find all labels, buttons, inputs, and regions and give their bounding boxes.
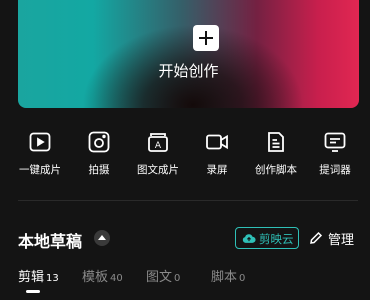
cloud-button-label: 剪映云 [259,232,294,246]
plus-icon [193,25,219,51]
tool-teleprompter[interactable]: 提词器 [305,130,365,177]
tool-shoot[interactable]: 拍摄 [69,130,129,177]
tab-edit[interactable]: 剪辑 13 [18,266,59,293]
tool-screen-record[interactable]: 录屏 [187,130,247,177]
draft-tabs: 剪辑 13 模板 40 图文 0 脚本 0 [18,266,358,296]
script-icon [268,132,284,152]
tab-name: 剪辑 [18,270,45,285]
local-drafts-title: 本地草稿 [18,232,83,251]
tab-name: 模板 [82,270,109,285]
tool-one-click-video[interactable]: 一键成片 [10,130,70,177]
tool-text-to-video[interactable]: A 图文成片 [128,130,188,177]
active-tab-indicator [26,290,40,293]
start-creation-label: 开始创作 [158,62,219,80]
collapse-toggle-icon[interactable] [94,230,110,246]
tab-count: 13 [46,273,59,284]
tab-name: 脚本 [211,270,238,285]
manage-label: 管理 [328,233,355,248]
tool-label: 提词器 [319,164,351,176]
tab-count: 0 [174,273,181,284]
tab-image-text[interactable]: 图文 0 [146,266,180,285]
tab-templates[interactable]: 模板 40 [82,266,123,285]
teleprompter-icon [324,132,346,152]
svg-text:A: A [155,141,162,151]
tool-label: 拍摄 [88,164,110,176]
tool-label: 一键成片 [19,164,61,176]
tool-creation-script[interactable]: 创作脚本 [246,130,306,177]
cloud-upload-icon [242,234,256,243]
tool-label: 录屏 [206,164,228,176]
play-square-icon [29,132,51,152]
tab-count: 40 [110,273,123,284]
pencil-icon [310,231,323,244]
camera-icon [88,131,110,153]
manage-button[interactable]: 管理 [309,228,359,248]
tab-name: 图文 [146,270,173,285]
section-divider [18,200,358,201]
start-creation-banner[interactable]: 开始创作 [18,0,359,108]
tool-label: 创作脚本 [255,164,297,176]
video-camera-icon [206,134,228,150]
text-image-icon: A [148,133,168,152]
cloud-button[interactable]: 剪映云 [235,227,299,249]
tab-count: 0 [239,273,246,284]
tool-label: 图文成片 [137,164,179,176]
tab-script[interactable]: 脚本 0 [211,266,245,285]
quick-tools-row: 一键成片 拍摄 A 图文成片 录屏 创作脚本 提词器 [18,130,359,182]
